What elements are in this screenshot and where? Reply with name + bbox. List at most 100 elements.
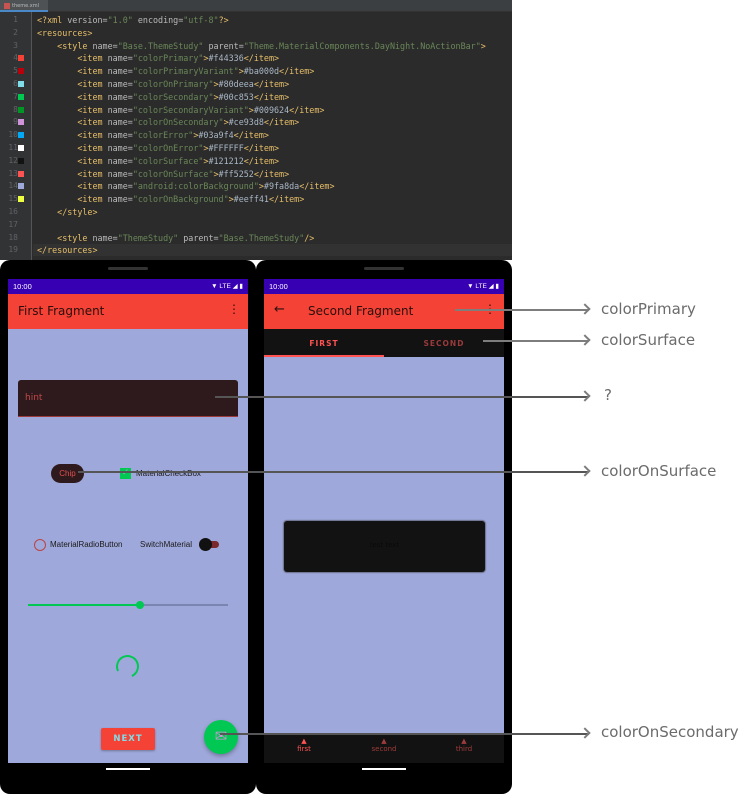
code-token: #03a9f4 [198,130,234,141]
annotation-color-on-secondary: colorOnSecondary [601,723,739,741]
code-line[interactable]: <item name="colorSecondaryVariant">#0096… [37,105,324,115]
annotation-line-color-primary [455,309,589,311]
code-token: "Base.ThemeStudy" [218,232,305,243]
code-token: <item [37,155,108,166]
code-token: "colorOnBackground" [132,194,229,205]
tab-first[interactable]: FIRST [264,329,384,357]
nav-item-third[interactable]: ▲ third [424,737,504,753]
code-token: <item [37,143,108,153]
code-token: parent= [208,40,244,51]
home-indicator[interactable] [106,768,150,770]
code-line[interactable]: <item name="colorOnSurface">#ff5252</ite… [37,169,289,179]
color-swatch-icon[interactable] [18,132,24,139]
line-number: 7 [13,91,18,101]
code-line[interactable]: <style name="ThemeStudy" parent="Base.Th… [37,233,314,243]
code-line[interactable]: <item name="colorSecondary">#00c853</ite… [37,92,289,102]
code-token: "android:colorBackground" [132,181,259,192]
code-token: name= [107,155,133,166]
code-token: #9fa8da [263,181,300,192]
annotation-line-color-surface [483,340,589,342]
line-number: 15 [8,194,18,204]
slider-active-track [28,604,140,606]
code-line[interactable]: <resources> [37,28,92,38]
current-line-highlight [33,244,512,257]
annotation-unknown: ? [604,386,612,404]
tab-theme-xml[interactable]: theme.xml [0,0,48,12]
code-token: <item [37,104,108,115]
line-number: 10 [8,130,18,140]
color-swatch-icon[interactable] [18,157,24,164]
code-token: "1.0" [107,15,138,25]
code-token: name= [92,232,118,243]
code-token: name= [107,66,133,77]
code-token: </item> [243,143,280,153]
line-number: 8 [13,104,18,114]
code-editor[interactable]: theme.xml 1 2 3 4 5 6 7 8 9 10 11 12 13 14 15 16 17 18 19 … [0,0,512,260]
code-line[interactable]: <item name="colorPrimaryVariant">#ba000d… [37,66,314,76]
code-token: </resources> [37,245,98,256]
color-swatch-icon[interactable] [18,119,24,126]
code-token: </item> [253,79,290,89]
color-swatch-icon[interactable] [18,170,24,177]
code-token: </item> [243,53,280,64]
code-token: "colorOnSecondary" [132,117,224,128]
nav-item-first[interactable]: ▲ first [264,737,344,753]
code-token: <style [37,232,93,243]
slider-thumb[interactable] [136,601,144,609]
code-token: <item [37,91,108,102]
slider[interactable] [28,601,228,609]
next-button[interactable]: NEXT [101,728,155,750]
code-line[interactable]: <?xml version="1.0" encoding="utf-8"?> [37,15,229,25]
nav-item-second[interactable]: ▲ second [344,737,424,753]
color-swatch-icon[interactable] [18,68,24,75]
arrowhead-icon [579,727,591,739]
code-line[interactable]: <style name="Base.ThemeStudy" parent="Th… [37,41,486,51]
code-token: parent= [183,232,219,243]
code-token: </item> [299,181,335,192]
code-token: <style [37,40,93,51]
line-number: 16 [8,207,18,216]
radio-button[interactable] [34,539,46,551]
code-line[interactable]: <item name="colorSurface">#121212</item> [37,156,279,166]
checkbox-checked[interactable]: ✓ [120,468,131,479]
color-swatch-icon[interactable] [18,81,24,87]
code-token: <item [37,79,108,89]
code-line[interactable]: <item name="colorOnBackground">#eeff41</… [37,194,304,204]
color-swatch-icon[interactable] [18,196,24,203]
code-line[interactable]: <item name="colorError">#03a9f4</item> [37,130,269,140]
code-token: <item [37,194,108,205]
color-swatch-icon[interactable] [18,183,24,190]
code-token: name= [107,104,133,115]
code-line[interactable]: </resources> [37,245,98,255]
code-token: </item> [243,155,280,166]
chip[interactable]: Chip [51,464,84,483]
fab-email[interactable]: ✉ [204,720,238,754]
code-token: <item [37,181,108,192]
code-token: </item> [268,194,305,205]
phone-second-fragment: 10:00 ▼ LTE ◢ ▮ ← Second Fragment ⋮ FIRS… [256,260,512,794]
arrowhead-icon [579,390,591,402]
progress-spinner [112,651,143,682]
color-swatch-icon[interactable] [18,145,24,151]
code-token: #121212 [208,155,244,166]
color-swatch-icon[interactable] [18,106,24,113]
annotation-color-on-surface: colorOnSurface [601,462,717,480]
switch-thumb[interactable] [199,538,212,551]
code-token: </item> [263,117,300,128]
code-line[interactable]: </style> [37,207,97,217]
hint-text-field[interactable]: hint [18,380,238,417]
color-swatch-icon[interactable] [18,55,24,62]
home-indicator[interactable] [362,768,406,770]
code-line[interactable]: <item name="android:colorBackground">#9f… [37,181,335,192]
status-time: 10:00 [13,282,32,291]
overflow-menu-icon[interactable]: ⋮ [228,302,240,316]
code-line[interactable]: <item name="colorOnSecondary">#ce93d8</i… [37,117,299,127]
code-line[interactable]: <item name="colorOnError">#FFFFFF</item> [37,143,279,153]
tab-second[interactable]: SECOND [384,329,504,357]
back-arrow-icon[interactable]: ← [274,302,285,317]
annotation-color-primary: colorPrimary [601,300,696,318]
code-token: "colorPrimaryVariant" [132,66,239,77]
color-swatch-icon[interactable] [18,93,24,100]
code-line[interactable]: <item name="colorOnPrimary">#80deea</ite… [37,79,289,89]
code-line[interactable]: <item name="colorPrimary">#f44336</item> [37,53,279,63]
